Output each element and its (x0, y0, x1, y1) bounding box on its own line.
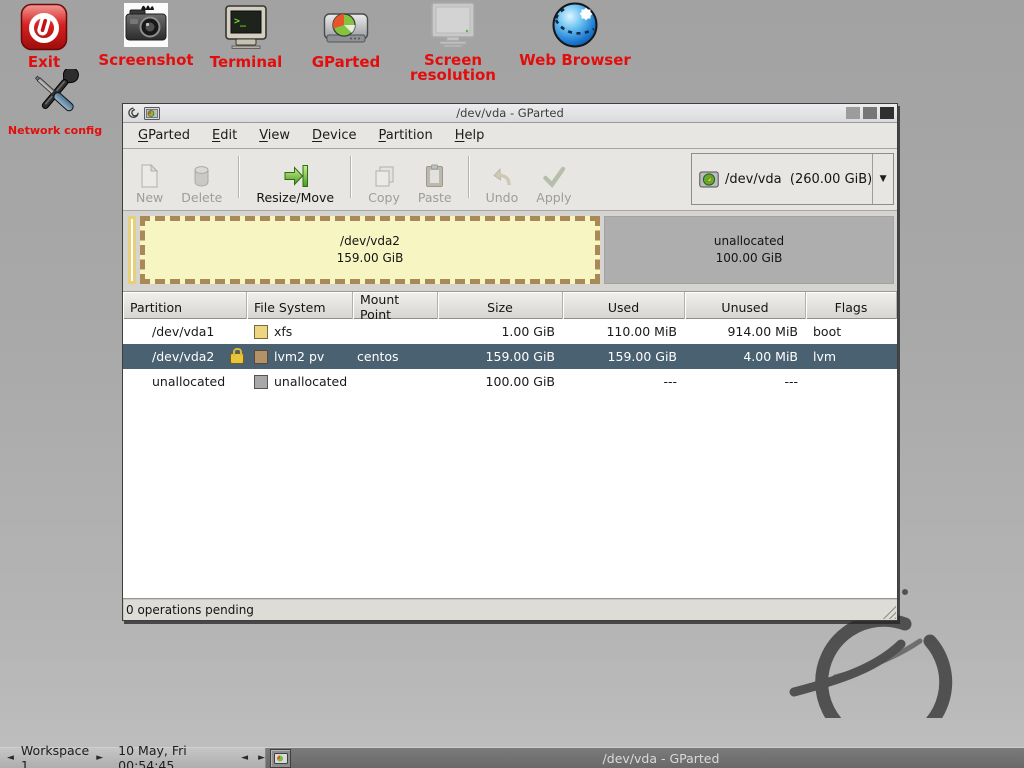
menu-device[interactable]: Device (301, 123, 367, 148)
column-header-unused[interactable]: Unused (685, 292, 806, 322)
globe-icon (515, 0, 635, 50)
menu-view[interactable]: View (248, 123, 301, 148)
svg-text:>_: >_ (234, 16, 247, 27)
camera-icon (96, 0, 196, 50)
table-empty-area (123, 394, 897, 598)
new-button[interactable]: New (127, 151, 172, 207)
column-header-mountpoint[interactable]: Mount Point (353, 292, 438, 322)
resize-grip[interactable] (881, 604, 896, 619)
resize-move-button[interactable]: Resize/Move (247, 151, 343, 207)
menu-partition[interactable]: Partition (368, 123, 444, 148)
window-title: /dev/vda - GParted (123, 106, 897, 120)
gparted-window: /dev/vda - GParted GParted Edit View Dev… (122, 103, 898, 621)
column-header-used[interactable]: Used (563, 292, 685, 322)
delete-button[interactable]: Delete (172, 151, 231, 207)
partition-segment-vda2-selected[interactable]: /dev/vda2 159.00 GiB (140, 216, 600, 284)
toolbar-separator (468, 156, 470, 198)
table-row[interactable]: unallocated unallocated 100.00 GiB --- -… (123, 369, 897, 394)
device-drive-icon (699, 171, 719, 188)
partition-segment-vda1[interactable] (128, 216, 136, 284)
taskbar-next-arrow[interactable]: ► (258, 748, 265, 768)
resize-move-icon (282, 160, 309, 190)
desktop-icon-label: Screenshot (96, 53, 196, 68)
filesystem-color-swatch (254, 325, 268, 339)
toolbar: New Delete Resize/Move Copy (123, 149, 897, 211)
desktop-icon-label: GParted (300, 55, 392, 70)
maximize-button[interactable] (863, 107, 877, 119)
device-selector[interactable]: /dev/vda (260.00 GiB) ▼ (691, 153, 894, 205)
column-header-flags[interactable]: Flags (806, 292, 897, 322)
menu-gparted[interactable]: GParted (127, 123, 201, 148)
workspace-prev-arrow[interactable]: ◄ (7, 748, 14, 768)
menu-help[interactable]: Help (444, 123, 496, 148)
desktop-icon-label: Screen resolution (386, 53, 520, 83)
undo-button[interactable]: Undo (477, 151, 528, 207)
menu-edit[interactable]: Edit (201, 123, 248, 148)
window-titlebar[interactable]: /dev/vda - GParted (123, 104, 897, 123)
workspace-label: Workspace 1 (21, 743, 89, 768)
taskbar-prev-arrow[interactable]: ◄ (241, 748, 248, 768)
table-row[interactable]: /dev/vda1 xfs 1.00 GiB 110.00 MiB 914.00… (123, 319, 897, 344)
menubar: GParted Edit View Device Partition Help (123, 123, 897, 149)
monitor-icon (386, 0, 520, 50)
partition-graphic-area: /dev/vda2 159.00 GiB unallocated 100.00 … (123, 211, 897, 292)
device-selector-dropdown[interactable]: ▼ (872, 154, 893, 204)
task-title: /dev/vda - GParted (603, 751, 720, 766)
device-selector-label: /dev/vda (260.00 GiB) (725, 172, 872, 187)
segment-name: unallocated (714, 233, 784, 250)
table-row-selected[interactable]: /dev/vda2 lvm2 pv centos 159.00 GiB 159.… (123, 344, 897, 369)
statusbar: 0 operations pending (123, 598, 897, 620)
delete-icon (193, 160, 210, 190)
apply-icon (542, 160, 566, 190)
apply-button[interactable]: Apply (527, 151, 580, 207)
column-header-partition[interactable]: Partition (123, 292, 247, 322)
terminal-icon: >_ (198, 2, 294, 52)
desktop-icon-label: Web Browser (515, 53, 635, 68)
close-button[interactable] (880, 107, 894, 119)
chevron-down-icon: ▼ (880, 174, 887, 184)
table-header: Partition File System Mount Point Size U… (123, 292, 897, 319)
desktop-icon-exit[interactable]: Exit (6, 2, 82, 70)
clock: 10 May, Fri 00:54:45 (118, 743, 224, 768)
segment-name: /dev/vda2 (340, 233, 400, 250)
paste-button[interactable]: Paste (409, 151, 461, 207)
segment-size: 100.00 GiB (716, 250, 783, 267)
taskbar: ◄ Workspace 1 ► 10 May, Fri 00:54:45 ◄ ►… (0, 747, 1024, 768)
disk-pie-icon (300, 2, 392, 52)
column-header-filesystem[interactable]: File System (247, 292, 353, 322)
power-icon (6, 2, 82, 52)
taskbar-gparted-icon-button[interactable] (270, 749, 291, 768)
segment-size: 159.00 GiB (337, 250, 404, 267)
taskbar-task-button[interactable]: /dev/vda - GParted (298, 748, 1024, 768)
copy-icon (374, 160, 395, 190)
desktop-icon-terminal[interactable]: >_ Terminal (198, 2, 294, 70)
undo-icon (491, 160, 513, 190)
new-partition-icon (140, 160, 159, 190)
taskbar-left-panel: ◄ Workspace 1 ► 10 May, Fri 00:54:45 ◄ ► (0, 748, 266, 768)
paste-icon (425, 160, 444, 190)
pending-operations-status: 0 operations pending (126, 603, 254, 617)
desktop-icon-label: Terminal (198, 55, 294, 70)
desktop-icon-screenshot[interactable]: Screenshot (96, 0, 196, 68)
gparted-mini-icon (274, 753, 288, 764)
column-header-size[interactable]: Size (438, 292, 563, 322)
tools-icon (0, 70, 110, 120)
copy-button[interactable]: Copy (359, 151, 409, 207)
desktop-icon-label: Exit (6, 55, 82, 70)
desktop-icon-screen-resolution[interactable]: Screen resolution (386, 0, 520, 83)
desktop-icon-network-config[interactable]: Network config (0, 70, 110, 138)
workspace-next-arrow[interactable]: ► (96, 748, 103, 768)
desktop-icon-gparted[interactable]: GParted (300, 2, 392, 70)
toolbar-separator (238, 156, 240, 198)
toolbar-separator (350, 156, 352, 198)
desktop-icon-web-browser[interactable]: Web Browser (515, 0, 635, 68)
minimize-button[interactable] (846, 107, 860, 119)
lock-icon (230, 353, 244, 364)
desktop-icon-label: Network config (0, 123, 110, 138)
filesystem-color-swatch (254, 350, 268, 364)
partition-segment-unallocated[interactable]: unallocated 100.00 GiB (604, 216, 894, 284)
filesystem-color-swatch (254, 375, 268, 389)
